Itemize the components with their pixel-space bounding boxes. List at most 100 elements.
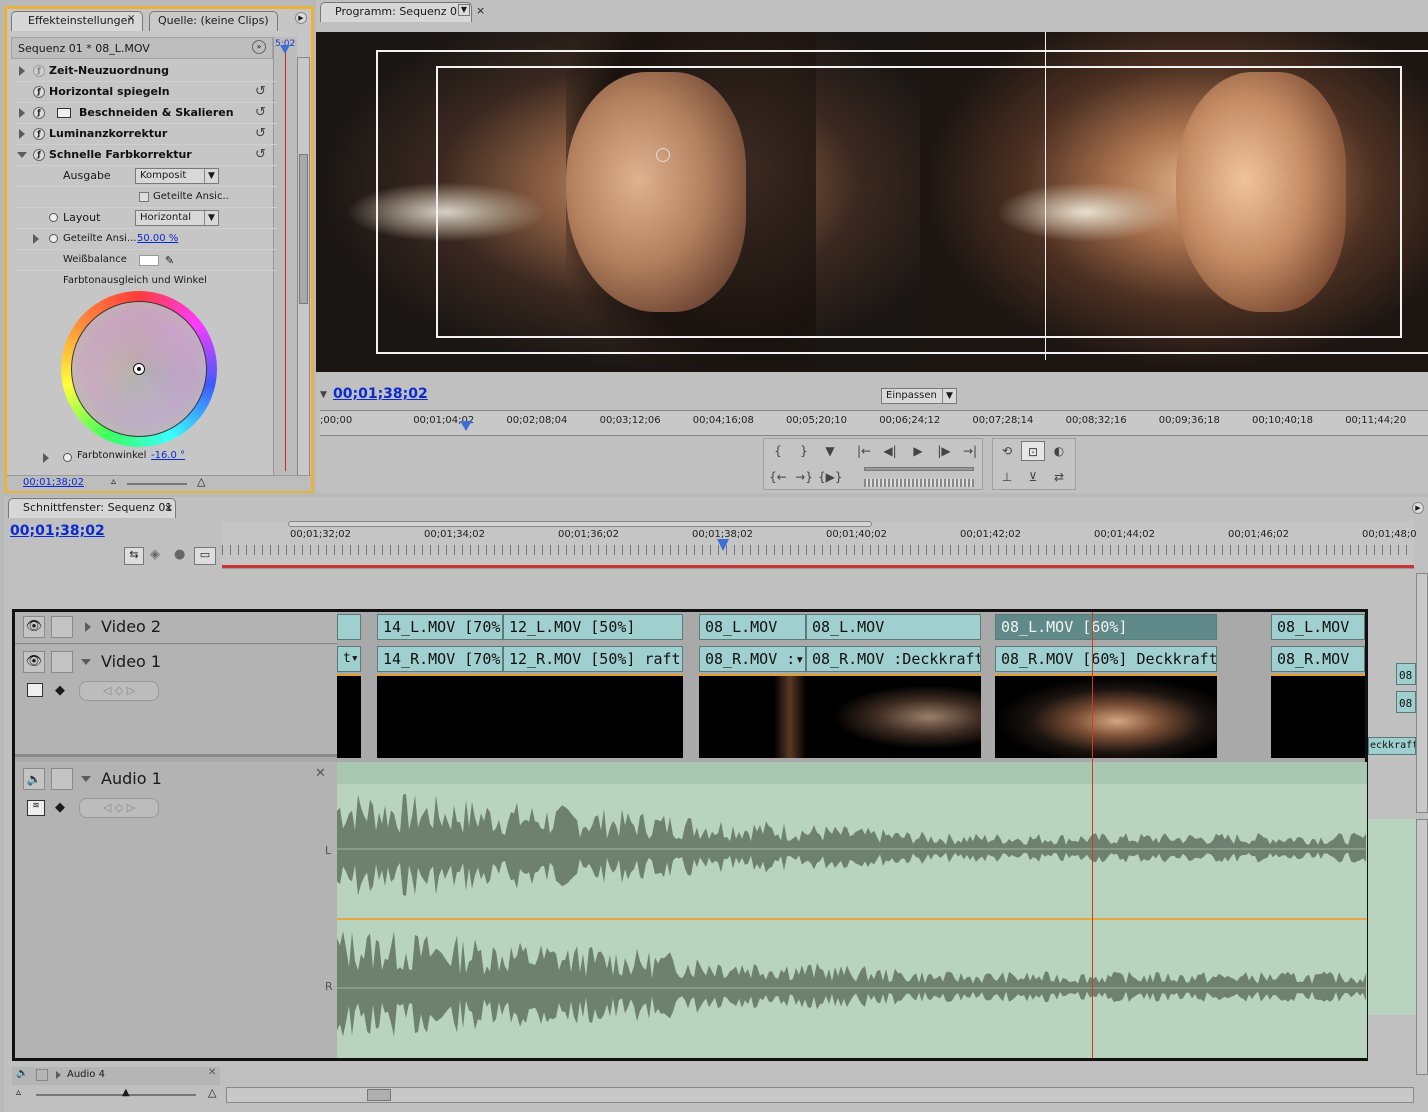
display-style-icon[interactable] bbox=[27, 683, 43, 697]
go-to-in-icon[interactable]: |← bbox=[852, 441, 876, 461]
fx-toggle-icon[interactable]: ƒ bbox=[33, 128, 45, 140]
step-forward-icon[interactable]: |▶ bbox=[932, 441, 956, 461]
audio-clip[interactable] bbox=[337, 762, 1367, 1058]
keyframe-icon[interactable]: ● bbox=[174, 547, 185, 562]
clip-v2[interactable]: 08_L.MOV bbox=[699, 614, 806, 640]
timeline-hscroll[interactable] bbox=[226, 1087, 1414, 1103]
timeline-timecode[interactable]: 00;01;38;02 bbox=[10, 523, 105, 539]
sync-lock-icon[interactable]: ✕ bbox=[208, 1067, 216, 1078]
lift-icon[interactable]: ⊥ bbox=[995, 467, 1019, 487]
keyframe-nav[interactable]: ◁ ◇ ▷ bbox=[79, 681, 159, 701]
zoom-thumb-icon[interactable]: ▲ bbox=[122, 1087, 130, 1098]
clip-v1[interactable]: t▾ bbox=[337, 646, 361, 672]
marker-add-icon[interactable]: ◈ bbox=[150, 547, 160, 562]
tab-close-icon[interactable]: × bbox=[476, 4, 485, 17]
eye-icon[interactable]: 👁 bbox=[23, 651, 45, 673]
farbtonwinkel-value[interactable]: -16.0 ° bbox=[151, 450, 185, 461]
go-prev-edit-icon[interactable]: {← bbox=[766, 467, 790, 487]
reset-icon[interactable]: ↺ bbox=[255, 124, 266, 144]
lock-toggle[interactable] bbox=[36, 1069, 48, 1081]
clip-v2-selected[interactable]: 08_L.MOV [60%] bbox=[995, 614, 1217, 640]
scroll-thumb[interactable] bbox=[299, 154, 308, 304]
zoom-out-icon[interactable]: ▵ bbox=[111, 476, 116, 487]
zoom-out-icon[interactable]: ▵ bbox=[16, 1087, 21, 1098]
tab-program[interactable]: Programm: Sequenz 01 bbox=[320, 2, 472, 22]
lock-toggle[interactable] bbox=[51, 768, 73, 790]
show-timeline-icon[interactable]: » bbox=[252, 40, 266, 54]
tab-effect-controls[interactable]: Effekteinstellungen bbox=[11, 11, 144, 31]
program-playhead-icon[interactable] bbox=[460, 421, 472, 431]
zoom-select[interactable]: Einpassen ▼ bbox=[881, 388, 957, 404]
lock-toggle[interactable] bbox=[51, 616, 73, 638]
effect-row-horizontal[interactable]: ƒ Horizontal spiegeln ↺ bbox=[15, 82, 277, 103]
color-swatch[interactable] bbox=[139, 255, 159, 266]
tab-close-icon[interactable]: × bbox=[164, 501, 173, 514]
tab-timeline[interactable]: Schnittfenster: Sequenz 01 bbox=[8, 498, 176, 518]
safe-margins-icon[interactable]: ⊡ bbox=[1021, 441, 1045, 461]
trim-icon[interactable]: ⇄ bbox=[1047, 467, 1071, 487]
expand-icon[interactable] bbox=[19, 108, 25, 118]
layout-select[interactable]: Horizontal ▼ bbox=[135, 210, 219, 226]
hscroll-thumb[interactable] bbox=[367, 1089, 391, 1101]
reset-icon[interactable]: ↺ bbox=[255, 103, 266, 123]
effects-timecode[interactable]: 00;01;38;02 bbox=[23, 477, 84, 488]
playhead-marker-icon[interactable] bbox=[280, 45, 290, 54]
reset-icon[interactable]: ↺ bbox=[255, 82, 266, 102]
clip-v2[interactable]: 14_L.MOV [70% bbox=[377, 614, 503, 640]
clip-v1[interactable]: 12_R.MOV [50%] raft▾ bbox=[503, 646, 683, 672]
effect-row-beschneiden[interactable]: ƒ Beschneiden & Skalieren ↺ bbox=[15, 103, 277, 124]
timeline-zoom-slider[interactable] bbox=[36, 1094, 196, 1096]
collapse-icon[interactable] bbox=[17, 152, 27, 158]
stopwatch-icon[interactable] bbox=[63, 453, 72, 462]
expand-icon[interactable] bbox=[43, 453, 49, 463]
panel-menu-icon[interactable]: ▶ bbox=[1412, 502, 1424, 514]
side-audio-clip[interactable] bbox=[1368, 819, 1416, 1015]
clip-thumbnail[interactable] bbox=[1271, 674, 1365, 758]
collapse-icon[interactable] bbox=[81, 776, 91, 782]
panel-menu-icon[interactable]: ▶ bbox=[295, 12, 307, 24]
fx-toggle-icon[interactable]: ƒ bbox=[33, 149, 45, 161]
fx-toggle-icon[interactable]: ƒ bbox=[33, 107, 45, 119]
video-frame[interactable] bbox=[316, 32, 1428, 372]
zoom-in-icon[interactable]: △ bbox=[197, 475, 205, 488]
speaker-icon[interactable]: 🔈 bbox=[16, 1068, 28, 1079]
side-clip[interactable]: 08 bbox=[1396, 691, 1416, 713]
anchor-point-icon[interactable] bbox=[656, 148, 670, 162]
expand-icon[interactable] bbox=[19, 66, 25, 76]
geteilte-value[interactable]: 50.00 % bbox=[137, 229, 178, 249]
shuttle-slider[interactable] bbox=[864, 467, 974, 471]
wheel-center-icon[interactable] bbox=[133, 363, 145, 375]
lock-toggle[interactable] bbox=[51, 651, 73, 673]
marker-icon[interactable]: ▼ bbox=[818, 441, 842, 461]
mark-in-icon[interactable]: { bbox=[766, 441, 790, 461]
output-icon[interactable]: ◐ bbox=[1047, 441, 1071, 461]
keyframe-nav[interactable]: ◁ ◇ ▷ bbox=[79, 798, 159, 818]
extract-icon[interactable]: ⊻ bbox=[1021, 467, 1045, 487]
timeline-playhead-icon[interactable] bbox=[717, 539, 729, 551]
clip-v1[interactable]: 08_R.MOV bbox=[1271, 646, 1365, 672]
eyedropper-icon[interactable]: ✎ bbox=[165, 251, 174, 271]
clip-v2[interactable]: 08_L.MOV bbox=[1271, 614, 1365, 640]
video-vscroll[interactable] bbox=[1416, 573, 1428, 813]
clip-thumbnail[interactable] bbox=[503, 674, 683, 758]
effect-row-farbkorrektur[interactable]: ƒ Schnelle Farbkorrektur ↺ bbox=[15, 145, 277, 166]
clip-v1[interactable]: 08_R.MOV [60%] Deckkraft▾ bbox=[995, 646, 1217, 672]
clip-v2[interactable]: 12_L.MOV [50%] bbox=[503, 614, 683, 640]
stopwatch-icon[interactable] bbox=[49, 234, 58, 243]
clip-thumbnail[interactable] bbox=[995, 674, 1217, 758]
tab-source[interactable]: Quelle: (keine Clips) bbox=[149, 11, 278, 31]
mark-out-icon[interactable]: } bbox=[792, 441, 816, 461]
clip-v1[interactable]: 14_R.MOV [70% bbox=[377, 646, 503, 672]
program-timecode[interactable]: 00;01;38;02 bbox=[333, 386, 428, 402]
reset-icon[interactable]: ↺ bbox=[255, 145, 266, 165]
eye-icon[interactable]: 👁 bbox=[23, 616, 45, 638]
speaker-icon[interactable]: 🔈 bbox=[23, 768, 45, 790]
sync-lock-icon[interactable]: ✕ bbox=[315, 766, 326, 781]
keyframe-toggle-icon[interactable]: ◆ bbox=[55, 800, 65, 815]
clip-edge-v2[interactable] bbox=[337, 614, 361, 640]
effect-row-luminanz[interactable]: ƒ Luminanzkorrektur ↺ bbox=[15, 124, 277, 145]
go-next-edit-icon[interactable]: →} bbox=[792, 467, 816, 487]
expand-icon[interactable] bbox=[19, 129, 25, 139]
clip-thumbnail[interactable] bbox=[806, 674, 981, 758]
go-to-out-icon[interactable]: →| bbox=[958, 441, 982, 461]
